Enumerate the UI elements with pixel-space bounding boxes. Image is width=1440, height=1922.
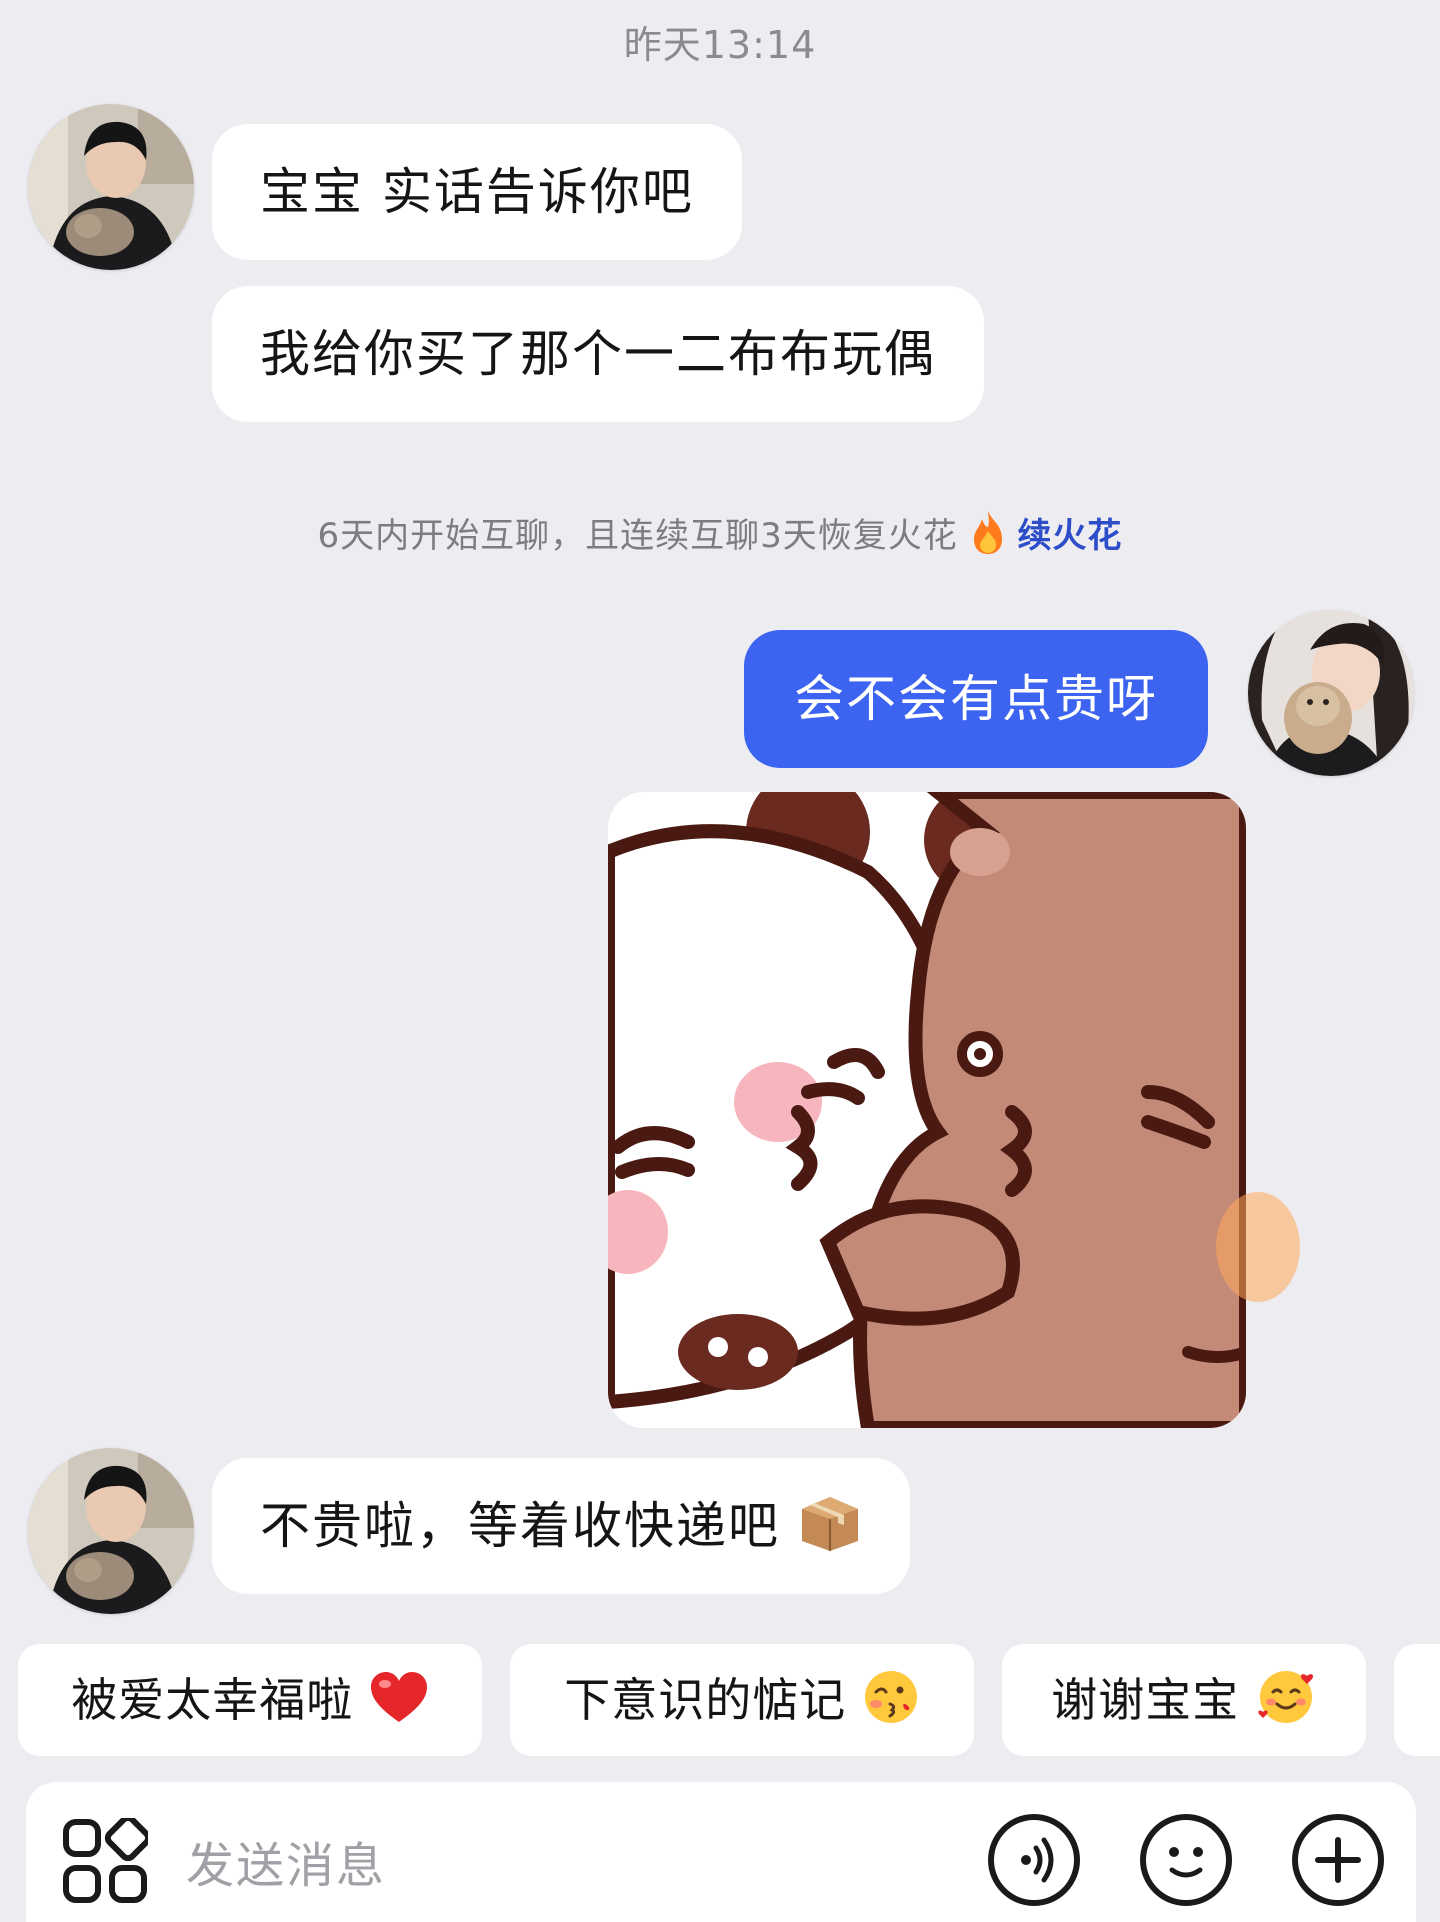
sticker-message[interactable] — [608, 792, 1246, 1428]
quick-reply-label: 被爱太幸福啦 — [71, 1673, 354, 1727]
message-bubble-outgoing[interactable]: 会不会有点贵呀 — [744, 630, 1208, 768]
contact-avatar-image — [28, 1448, 194, 1614]
message-bubble-incoming[interactable]: 不贵啦，等着收快递吧 — [212, 1458, 910, 1594]
kissing-face-emoji-icon — [864, 1671, 917, 1723]
message-text: 不贵啦，等着收快递吧 — [260, 1497, 780, 1555]
quick-reply-chip-overflow[interactable] — [1394, 1644, 1440, 1756]
package-emoji-icon — [801, 1497, 858, 1551]
contact-avatar[interactable] — [28, 1448, 194, 1614]
quick-reply-label: 谢谢宝宝 — [1051, 1673, 1240, 1727]
voice-button[interactable] — [988, 1814, 1080, 1906]
voice-icon — [1021, 1837, 1054, 1883]
message-input[interactable]: 发送消息 — [186, 1826, 386, 1896]
apps-grid-icon[interactable] — [62, 1814, 152, 1904]
quick-reply-label: 下意识的惦记 — [564, 1673, 847, 1727]
fire-icon — [973, 511, 1002, 554]
hugging-bears-kiss-sticker — [608, 792, 1246, 1428]
plus-button[interactable] — [1292, 1814, 1384, 1906]
continue-spark-link[interactable]: 续火花 — [1017, 516, 1122, 556]
contact-avatar-image — [28, 104, 194, 270]
sticker-glow-decoration — [1216, 1192, 1300, 1302]
smiling-face-with-hearts-emoji-icon — [1258, 1671, 1313, 1723]
quick-reply-chip[interactable]: 谢谢宝宝 — [1002, 1644, 1366, 1756]
quick-reply-chip[interactable]: 下意识的惦记 — [510, 1644, 974, 1756]
message-bubble-incoming[interactable]: 宝宝 实话告诉你吧 — [212, 124, 742, 260]
spark-restore-notice: 6天内开始互聊，且连续互聊3天恢复火花 续火花 — [0, 508, 1440, 557]
user-avatar-image — [1248, 610, 1414, 776]
emoji-button[interactable] — [1140, 1814, 1232, 1906]
quick-reply-chip[interactable]: 被爱太幸福啦 — [18, 1644, 482, 1756]
plus-icon — [1315, 1837, 1361, 1883]
message-bubble-incoming[interactable]: 我给你买了那个一二布布玩偶 — [212, 286, 984, 422]
contact-avatar[interactable] — [28, 104, 194, 270]
spark-notice-text: 6天内开始互聊，且连续互聊3天恢复火花 — [317, 516, 958, 556]
user-avatar[interactable] — [1248, 610, 1414, 776]
red-heart-emoji-icon — [370, 1672, 427, 1722]
message-timestamp: 昨天13:14 — [623, 23, 817, 67]
emoji-icon — [1169, 1847, 1203, 1878]
